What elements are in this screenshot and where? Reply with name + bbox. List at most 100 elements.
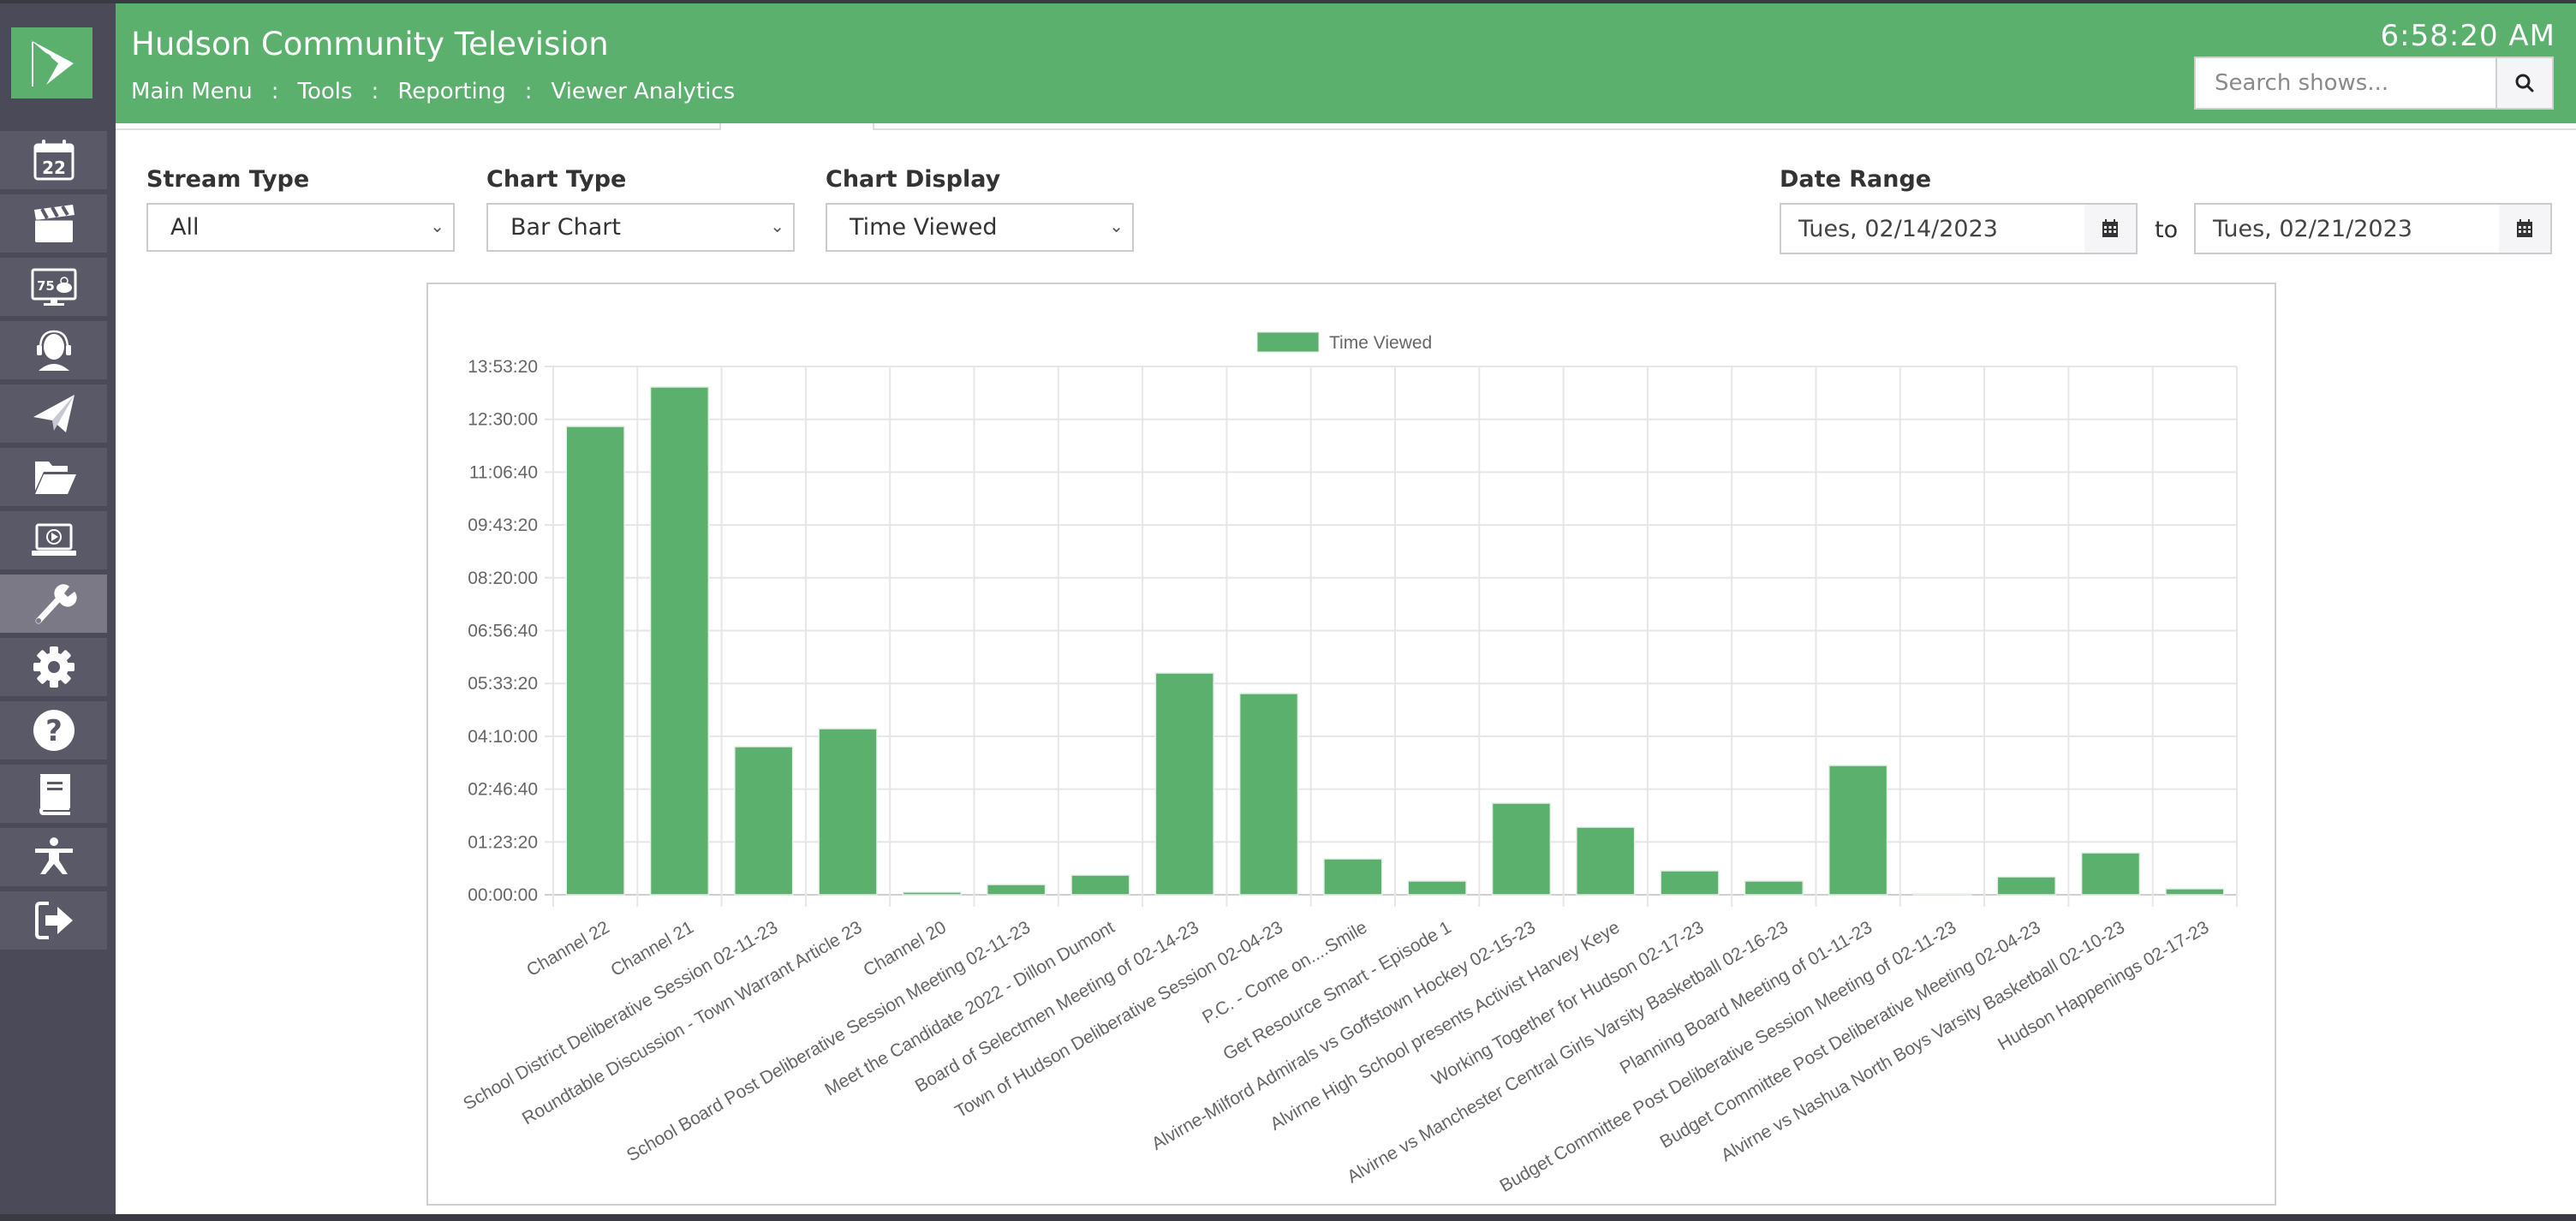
app-title: Hudson Community Television: [131, 26, 609, 63]
stream-type-label: Stream Type: [146, 166, 310, 193]
laptop-play-icon: [31, 523, 76, 556]
book-icon: [39, 774, 70, 815]
y-tick-label: 05:33:20: [468, 674, 538, 694]
sidebar-item-tools[interactable]: [0, 575, 107, 635]
y-tick-label: 06:56:40: [468, 622, 538, 641]
date-from-input[interactable]: Tues, 02/14/2023: [1780, 203, 2086, 254]
clock: 6:58:20 AM: [2380, 19, 2555, 53]
clapperboard-icon: [33, 205, 75, 242]
bar[interactable]: [1407, 880, 1467, 896]
y-tick-label: 12:30:00: [468, 410, 538, 430]
x-tick-label: Channel 22: [523, 917, 613, 980]
chart-type-label: Chart Type: [486, 166, 627, 193]
sidebar-item-support[interactable]: [0, 321, 107, 382]
breadcrumb-reporting[interactable]: Reporting: [397, 79, 505, 104]
search-box: [2194, 57, 2554, 110]
sidebar-item-help[interactable]: ?: [0, 701, 107, 762]
bar[interactable]: [565, 426, 625, 896]
wrench-icon: [35, 584, 77, 624]
y-tick-label: 02:46:40: [468, 780, 538, 800]
y-tick-label: 00:00:00: [468, 885, 538, 905]
bar[interactable]: [1323, 858, 1383, 896]
svg-text:?: ?: [45, 714, 63, 748]
date-from-picker-button[interactable]: [2084, 203, 2138, 254]
bar[interactable]: [649, 386, 710, 896]
sidebar-item-accessibility[interactable]: [0, 828, 107, 889]
bar[interactable]: [1576, 826, 1636, 896]
question-circle-icon: ?: [33, 710, 75, 751]
legend-label: Time Viewed: [1329, 333, 1432, 353]
sidebar-item-files[interactable]: [0, 448, 107, 509]
chevron-down-icon: ⌄: [1109, 216, 1124, 236]
bar[interactable]: [902, 891, 963, 896]
chart-container: 00:00:00 01:23:20 02:46:40 04:10:00 05:33:20…: [426, 283, 2276, 1206]
bar[interactable]: [1828, 765, 1888, 896]
sidebar-item-send[interactable]: [0, 384, 107, 445]
folder-open-icon: [34, 462, 76, 494]
chevron-down-icon: ⌄: [430, 216, 444, 236]
search-button[interactable]: [2496, 58, 2552, 108]
chart-display-label: Chart Display: [826, 166, 1001, 193]
bar[interactable]: [1491, 802, 1552, 896]
calendar-icon: 22: [33, 140, 74, 181]
chart-display-value: Time Viewed: [850, 214, 998, 241]
breadcrumb-main-menu[interactable]: Main Menu: [131, 79, 253, 104]
y-tick-label: 13:53:20: [468, 357, 538, 377]
tab-strip: [116, 123, 2576, 132]
stream-type-select[interactable]: All ⌄: [146, 203, 455, 252]
breadcrumb-separator: :: [524, 79, 533, 104]
app-window: 22 75 ? Hudson Community Television Main…: [0, 3, 2576, 1218]
sidebar: 22 75 ?: [0, 3, 116, 1218]
weather-display-icon: 75: [31, 268, 76, 306]
bar[interactable]: [734, 746, 794, 896]
bar[interactable]: [1660, 870, 1720, 896]
chart-type-value: Bar Chart: [510, 214, 621, 241]
bar[interactable]: [2165, 888, 2225, 896]
svg-text:75: 75: [37, 278, 55, 294]
bar[interactable]: [1912, 893, 1972, 896]
date-to-picker-button[interactable]: [2499, 203, 2552, 254]
sidebar-item-schedule[interactable]: 22: [0, 131, 107, 192]
search-icon: [2515, 74, 2534, 92]
search-input[interactable]: [2196, 58, 2496, 108]
bar[interactable]: [1070, 874, 1130, 896]
chart-display-select[interactable]: Time Viewed ⌄: [826, 203, 1134, 252]
bar[interactable]: [818, 728, 878, 896]
y-tick-label: 08:20:00: [468, 569, 538, 588]
sidebar-item-logout[interactable]: [0, 891, 107, 952]
bar[interactable]: [1238, 693, 1299, 896]
bar[interactable]: [986, 884, 1046, 896]
date-to-input[interactable]: Tues, 02/21/2023: [2194, 203, 2501, 254]
breadcrumb-separator: :: [271, 79, 279, 104]
sidebar-item-live-stream[interactable]: [0, 511, 107, 572]
calendar-icon: [2517, 219, 2532, 237]
svg-text:22: 22: [42, 158, 66, 178]
sidebar-item-settings[interactable]: [0, 638, 107, 699]
chart-type-select[interactable]: Bar Chart ⌄: [486, 203, 795, 252]
bar[interactable]: [1154, 672, 1214, 896]
sign-out-icon: [34, 902, 73, 939]
bar-chart: 00:00:00 01:23:20 02:46:40 04:10:00 05:33:20…: [460, 331, 2238, 1196]
gear-icon: [33, 646, 75, 688]
bar[interactable]: [1744, 880, 1804, 896]
breadcrumb-separator: :: [371, 79, 379, 104]
breadcrumb-tools[interactable]: Tools: [297, 79, 352, 104]
legend-swatch[interactable]: [1256, 331, 1320, 353]
paper-plane-icon: [33, 395, 75, 432]
sidebar-item-manual[interactable]: [0, 765, 107, 825]
chevron-down-icon: ⌄: [770, 216, 784, 236]
sidebar-item-media[interactable]: [0, 194, 107, 255]
y-tick-label: 09:43:20: [468, 515, 538, 535]
y-tick-label: 01:23:20: [468, 832, 538, 852]
headset-user-icon: [36, 330, 71, 371]
x-tick-label: Budget Committee Post Deliberative Meeti…: [1656, 917, 2043, 1152]
bar[interactable]: [1996, 876, 2056, 896]
app-logo[interactable]: [11, 27, 92, 98]
bar[interactable]: [2080, 852, 2141, 896]
window-bottom-edge: [0, 1214, 2576, 1221]
person-stretch-icon: [34, 837, 73, 874]
sidebar-item-bulletin[interactable]: 75: [0, 258, 107, 319]
stream-type-value: All: [170, 214, 200, 241]
top-header: Hudson Community Television Main Menu : …: [116, 3, 2576, 123]
date-range-to-label: to: [2155, 217, 2179, 243]
